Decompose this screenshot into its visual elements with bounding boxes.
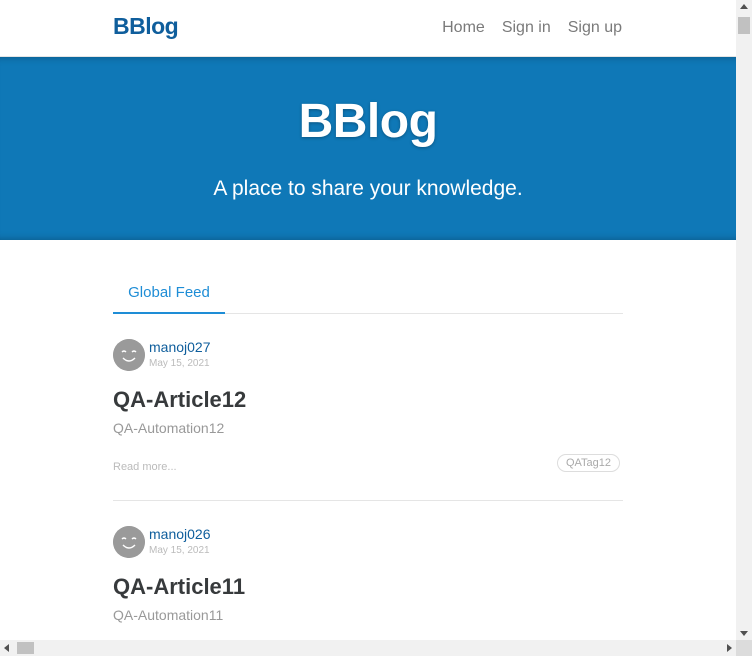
article-title[interactable]: QA-Article12 bbox=[113, 387, 246, 413]
article-preview: manoj027 May 15, 2021 QA-Article12 QA-Au… bbox=[113, 314, 623, 501]
navbar: BBlog Home Sign in Sign up bbox=[0, 0, 736, 57]
scroll-up-arrow-icon[interactable] bbox=[740, 4, 748, 9]
article-date: May 15, 2021 bbox=[149, 545, 210, 556]
horizontal-scroll-thumb[interactable] bbox=[17, 642, 34, 654]
author-link[interactable]: manoj027 bbox=[149, 339, 211, 355]
scroll-left-arrow-icon[interactable] bbox=[4, 644, 9, 652]
page-viewport: BBlog Home Sign in Sign up BBlog A place… bbox=[0, 0, 736, 640]
article-description[interactable]: QA-Automation11 bbox=[113, 607, 223, 623]
vertical-scroll-thumb[interactable] bbox=[738, 17, 750, 34]
brand-logo-link[interactable]: BBlog bbox=[113, 13, 179, 40]
scroll-right-arrow-icon[interactable] bbox=[727, 644, 732, 652]
tab-global-feed[interactable]: Global Feed bbox=[113, 284, 225, 314]
feed-toggle: Global Feed bbox=[113, 240, 623, 314]
nav-sign-in-link[interactable]: Sign in bbox=[502, 19, 551, 37]
banner-subtitle: A place to share your knowledge. bbox=[213, 177, 523, 200]
author-avatar-icon[interactable] bbox=[113, 526, 145, 558]
article-description[interactable]: QA-Automation12 bbox=[113, 420, 224, 436]
author-avatar-icon[interactable] bbox=[113, 339, 145, 371]
feed-container: Global Feed manoj027 May 15, 2021 QA-Art… bbox=[113, 240, 623, 640]
scrollbar-corner bbox=[736, 640, 752, 656]
banner-title: BBlog bbox=[298, 95, 438, 148]
hero-banner: BBlog A place to share your knowledge. bbox=[0, 57, 736, 240]
article-tag[interactable]: QATag12 bbox=[556, 454, 620, 472]
author-link[interactable]: manoj026 bbox=[149, 526, 211, 542]
vertical-scrollbar[interactable] bbox=[736, 0, 752, 640]
nav-links: Home Sign in Sign up bbox=[442, 19, 622, 37]
nav-home-link[interactable]: Home bbox=[442, 19, 485, 37]
horizontal-scrollbar[interactable] bbox=[0, 640, 736, 656]
scroll-down-arrow-icon[interactable] bbox=[740, 631, 748, 636]
article-title[interactable]: QA-Article11 bbox=[113, 574, 245, 600]
read-more-link[interactable]: Read more... bbox=[113, 461, 177, 473]
nav-sign-up-link[interactable]: Sign up bbox=[568, 19, 622, 37]
article-date: May 15, 2021 bbox=[149, 358, 210, 369]
article-preview: manoj026 May 15, 2021 QA-Article11 QA-Au… bbox=[113, 501, 623, 640]
